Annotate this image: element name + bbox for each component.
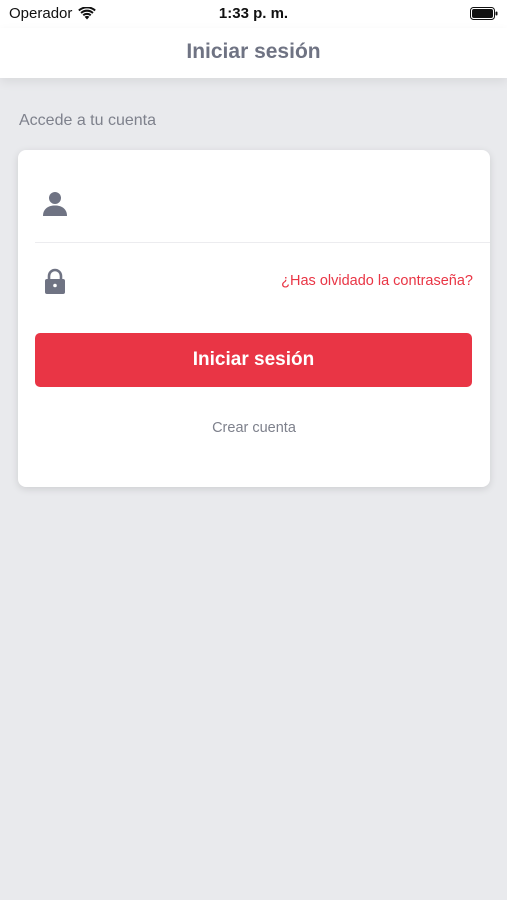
section-label: Accede a tu cuenta xyxy=(19,112,156,129)
password-input[interactable] xyxy=(83,267,250,299)
login-card: ¿Has olvidado la contraseña? Iniciar ses… xyxy=(18,150,490,487)
create-account-link[interactable]: Crear cuenta xyxy=(18,420,490,436)
forgot-password-link[interactable]: ¿Has olvidado la contraseña? xyxy=(281,273,473,289)
password-row: ¿Has olvidado la contraseña? xyxy=(35,243,490,321)
lock-icon xyxy=(45,268,65,294)
user-icon xyxy=(43,192,67,216)
page-title: Iniciar sesión xyxy=(186,40,321,63)
status-time: 1:33 p. m. xyxy=(218,5,289,22)
navigation-bar: Iniciar sesión xyxy=(0,28,507,78)
login-button[interactable]: Iniciar sesión xyxy=(35,333,472,387)
status-bar: Operador 1:33 p. m. xyxy=(0,0,507,28)
username-row xyxy=(35,150,490,243)
username-input[interactable] xyxy=(83,188,470,220)
battery-icon xyxy=(470,7,498,20)
